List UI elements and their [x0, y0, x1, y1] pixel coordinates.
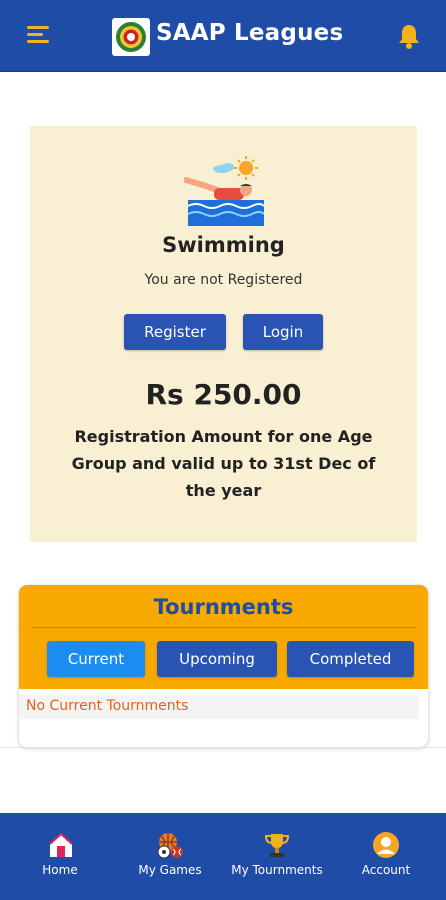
- nav-label-my-tournaments: My Tournments: [231, 863, 323, 877]
- nav-label-my-games: My Games: [138, 863, 202, 877]
- nav-item-my-tournaments[interactable]: My Tournments: [217, 813, 337, 900]
- nav-item-home[interactable]: Home: [0, 813, 120, 900]
- nav-item-account[interactable]: Account: [326, 813, 446, 900]
- login-button[interactable]: Login: [243, 314, 323, 350]
- user-avatar-icon: [372, 831, 400, 859]
- registration-status: You are not Registered: [144, 272, 303, 288]
- bell-icon[interactable]: [396, 22, 422, 50]
- tournaments-divider: [31, 627, 416, 628]
- tournaments-header: Tournments Current Upcoming Completed: [19, 585, 428, 689]
- saap-logo-icon: [112, 18, 150, 56]
- nav-item-my-games[interactable]: My Games: [110, 813, 230, 900]
- trophy-icon: [263, 831, 291, 859]
- tournaments-title: Tournments: [153, 595, 294, 619]
- registration-card: Swimming You are not Registered Register…: [30, 126, 417, 542]
- tab-upcoming[interactable]: Upcoming: [157, 641, 277, 677]
- tab-current[interactable]: Current: [47, 641, 145, 677]
- register-button[interactable]: Register: [124, 314, 226, 350]
- registration-note: Registration Amount for one Age Group an…: [71, 427, 376, 500]
- tab-completed[interactable]: Completed: [287, 641, 414, 677]
- app-title: SAAP Leagues: [156, 20, 344, 46]
- tournaments-card: Tournments Current Upcoming Completed No…: [19, 585, 428, 747]
- hamburger-menu-icon[interactable]: [27, 24, 51, 46]
- nav-label-account: Account: [361, 863, 411, 877]
- nav-label-home: Home: [42, 863, 78, 877]
- home-icon: [47, 831, 75, 859]
- app-header: SAAP Leagues: [0, 0, 446, 72]
- bottom-navigation: Home My Games My Tournments Account: [0, 813, 446, 900]
- empty-tournaments-message: No Current Tournments: [26, 698, 189, 714]
- content-divider: [0, 747, 446, 748]
- empty-tournaments-row: No Current Tournments: [19, 695, 419, 719]
- swimmer-icon: [183, 156, 265, 226]
- sport-name: Swimming: [162, 233, 285, 257]
- registration-price: Rs 250.00: [145, 378, 302, 411]
- sports-balls-icon: [156, 831, 184, 859]
